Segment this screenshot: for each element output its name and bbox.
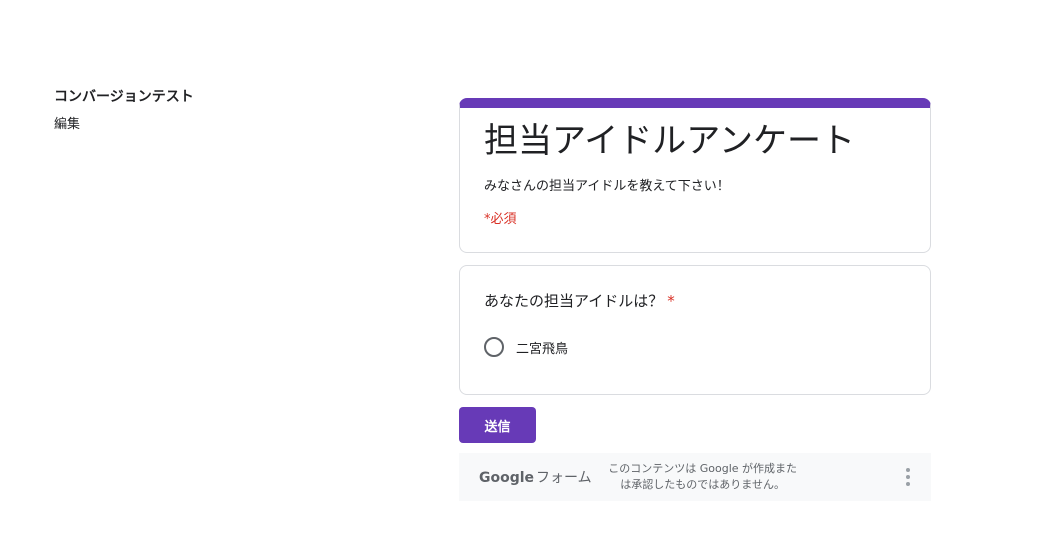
option-label: 二宮飛鳥 (516, 341, 569, 357)
question-title: あなたの担当アイドルは？ * (484, 290, 906, 311)
more-vert-icon[interactable] (905, 468, 911, 486)
form-header-card: 担当アイドルアンケート みなさんの担当アイドルを教えて下さい！ *必須 (459, 98, 931, 253)
footer: Google フォーム このコンテンツは Google が作成また は承認したも… (459, 453, 931, 501)
brand-google: Google (479, 470, 535, 486)
disclaimer-line-2: は承認したものではありません。 (620, 478, 785, 491)
radio-button[interactable] (484, 337, 504, 357)
form-list-title: コンバージョンテスト (54, 89, 194, 105)
brand-forms: フォーム (536, 470, 592, 486)
submit-button[interactable]: 送信 (459, 407, 536, 443)
disclaimer: このコンテンツは Google が作成また は承認したものではありません。 (598, 461, 808, 493)
edit-link[interactable]: 編集 (54, 113, 80, 132)
form-title: 担当アイドルアンケート (484, 121, 855, 161)
form-description: みなさんの担当アイドルを教えて下さい！ (484, 179, 730, 194)
menu-dot (906, 482, 910, 486)
option-item[interactable]: 二宮飛鳥 (484, 337, 906, 357)
google-forms-logo[interactable]: Google フォーム (479, 467, 592, 487)
page: コンバージョンテスト 編集 担当アイドルアンケート みなさんの担当アイドルを教え… (0, 0, 1041, 539)
required-note: *必須 (484, 212, 517, 227)
menu-dot (906, 468, 910, 472)
disclaimer-line-1: このコンテンツは Google が作成また (608, 462, 798, 475)
menu-dot (906, 475, 910, 479)
required-asterisk: * (667, 292, 675, 310)
question-card: あなたの担当アイドルは？ * 二宮飛鳥 (459, 265, 931, 395)
question-text: あなたの担当アイドルは？ (484, 292, 664, 310)
form-column: 担当アイドルアンケート みなさんの担当アイドルを教えて下さい！ *必須 あなたの… (459, 98, 931, 501)
